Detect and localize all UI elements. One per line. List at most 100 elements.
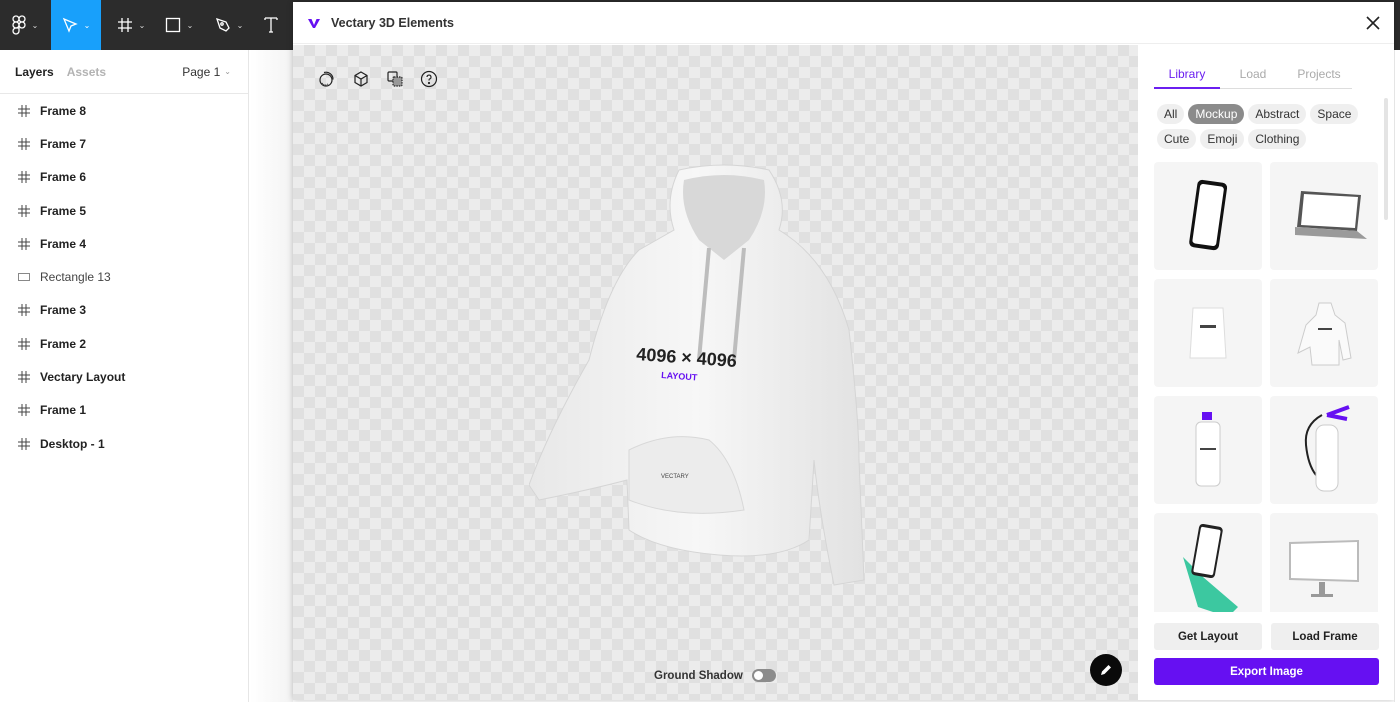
layer-list: Frame 8 Frame 7 Frame 6 Frame 5 Frame 4 Recta…	[0, 94, 248, 460]
close-icon[interactable]	[1364, 14, 1382, 32]
frame-tool-button[interactable]: ⌄	[110, 0, 152, 50]
tab-assets[interactable]: Assets	[67, 65, 106, 79]
filter-chip-all[interactable]: All	[1157, 104, 1185, 124]
rectangle-icon	[165, 17, 180, 33]
library-item-spray-can[interactable]	[1154, 396, 1262, 504]
library-item-pouch-bag[interactable]	[1154, 279, 1262, 387]
ground-shadow-toggle[interactable]	[751, 669, 776, 682]
layer-label: Frame 2	[40, 336, 87, 351]
layer-label: Frame 7	[40, 136, 87, 151]
rectangle-layer-icon	[17, 270, 31, 284]
filter-chip-emoji[interactable]: Emoji	[1200, 129, 1245, 149]
plugin-title-bar: Vectary 3D Elements	[293, 2, 1394, 44]
chevron-down-icon: ⌄	[83, 20, 91, 30]
text-icon	[264, 17, 278, 33]
help-icon[interactable]	[419, 69, 439, 89]
right-properties-panel-edge	[1394, 50, 1400, 702]
page-selector[interactable]: Page 1 ⌄	[182, 65, 231, 79]
layer-label: Frame 5	[40, 203, 87, 218]
chevron-down-icon: ⌄	[236, 20, 244, 30]
orbit-icon[interactable]	[317, 69, 337, 89]
chevron-down-icon: ⌄	[31, 20, 39, 30]
chevron-down-icon: ⌄	[138, 20, 146, 30]
frame-layer-icon	[17, 104, 31, 118]
pen-tool-button[interactable]: ⌄	[208, 0, 250, 50]
layer-label: Frame 1	[40, 403, 87, 418]
frame-layer-icon	[17, 204, 31, 218]
layer-label: Rectangle 13	[40, 270, 111, 285]
plugin-title: Vectary 3D Elements	[331, 15, 454, 30]
filter-chips: All Mockup Abstract Space Cute Emoji Clothing	[1157, 104, 1382, 149]
pencil-icon	[1101, 665, 1111, 675]
filter-chip-cute[interactable]: Cute	[1157, 129, 1197, 149]
figma-logo-icon	[11, 15, 26, 35]
library-sidebar: Library Load Projects All Mockup Abstract S…	[1138, 45, 1394, 700]
layer-item[interactable]: Vectary Layout	[0, 360, 248, 393]
hoodie-3d-model[interactable]: 4096 × 4096 LAYOUT VECTARY	[529, 160, 869, 590]
frame-layer-icon	[17, 370, 31, 384]
frame-layer-icon	[17, 137, 31, 151]
layers-copy-icon[interactable]	[385, 69, 405, 89]
main-menu-button[interactable]: ⌄	[0, 0, 50, 50]
move-tool-button[interactable]: ⌄	[51, 0, 101, 50]
frame-layer-icon	[17, 237, 31, 251]
layer-item[interactable]: Frame 4	[0, 227, 248, 260]
filter-chip-space[interactable]: Space	[1310, 104, 1359, 124]
layer-item[interactable]: Rectangle 13	[0, 260, 248, 293]
layer-item[interactable]: Frame 3	[0, 294, 248, 327]
sidebar-tabs: Library Load Projects	[1154, 63, 1352, 89]
get-layout-button[interactable]: Get Layout	[1154, 623, 1262, 650]
sidebar-scrollbar[interactable]	[1384, 98, 1388, 220]
plugin-window: Vectary 3D Elements 4096 × 4096 LAYOUT V…	[293, 2, 1394, 700]
frame-layer-icon	[17, 170, 31, 184]
library-item-hoodie[interactable]	[1270, 279, 1378, 387]
layer-label: Frame 8	[40, 103, 87, 118]
frame-layer-icon	[17, 303, 31, 317]
layer-label: Frame 3	[40, 303, 87, 318]
layer-label: Frame 6	[40, 170, 87, 185]
ground-shadow-label: Ground Shadow	[654, 669, 743, 682]
vectary-logo-icon	[308, 18, 320, 28]
export-image-button[interactable]: Export Image	[1154, 658, 1379, 685]
tab-layers[interactable]: Layers	[15, 65, 54, 79]
frame-layer-icon	[17, 403, 31, 417]
frame-layer-icon	[17, 437, 31, 451]
filter-chip-mockup[interactable]: Mockup	[1188, 104, 1245, 124]
layer-item[interactable]: Frame 5	[0, 194, 248, 227]
library-item-laptop[interactable]	[1270, 162, 1378, 270]
chevron-down-icon: ⌄	[186, 20, 194, 30]
edit-button[interactable]	[1090, 654, 1122, 686]
layers-panel: Layers Assets Page 1 ⌄ Frame 8 Frame 7 Fra…	[0, 50, 249, 702]
library-item-phone-in-hand[interactable]	[1154, 513, 1262, 612]
shape-tool-button[interactable]: ⌄	[158, 0, 200, 50]
filter-chip-abstract[interactable]: Abstract	[1248, 104, 1307, 124]
text-tool-button[interactable]	[258, 0, 284, 50]
layers-panel-header: Layers Assets Page 1 ⌄	[0, 50, 248, 94]
layer-item[interactable]: Frame 7	[0, 127, 248, 160]
layer-item[interactable]: Frame 2	[0, 327, 248, 360]
canvas[interactable]	[250, 50, 293, 702]
tab-projects[interactable]: Projects	[1286, 63, 1352, 88]
layer-item[interactable]: Desktop - 1	[0, 427, 248, 460]
library-item-fire-extinguisher[interactable]	[1270, 396, 1378, 504]
viewport-toolbar	[317, 69, 439, 89]
library-grid	[1154, 162, 1380, 612]
cube-icon[interactable]	[351, 69, 371, 89]
cursor-arrow-icon	[62, 17, 78, 33]
tab-library[interactable]: Library	[1154, 63, 1220, 89]
filter-chip-clothing[interactable]: Clothing	[1248, 129, 1307, 149]
layer-label: Desktop - 1	[40, 436, 105, 451]
load-frame-button[interactable]: Load Frame	[1271, 623, 1379, 650]
layer-item[interactable]: Frame 8	[0, 94, 248, 127]
pocket-text: VECTARY	[661, 474, 689, 480]
library-item-monitor[interactable]	[1270, 513, 1378, 612]
3d-viewport[interactable]: 4096 × 4096 LAYOUT VECTARY Ground Shadow	[293, 45, 1138, 700]
layer-label: Vectary Layout	[40, 370, 126, 385]
tab-load[interactable]: Load	[1220, 63, 1286, 88]
chevron-down-icon: ⌄	[224, 67, 231, 76]
ground-shadow-control: Ground Shadow	[654, 669, 776, 682]
layer-item[interactable]: Frame 1	[0, 394, 248, 427]
library-item-phone[interactable]	[1154, 162, 1262, 270]
layer-item[interactable]: Frame 6	[0, 161, 248, 194]
frame-hash-icon	[117, 18, 132, 32]
